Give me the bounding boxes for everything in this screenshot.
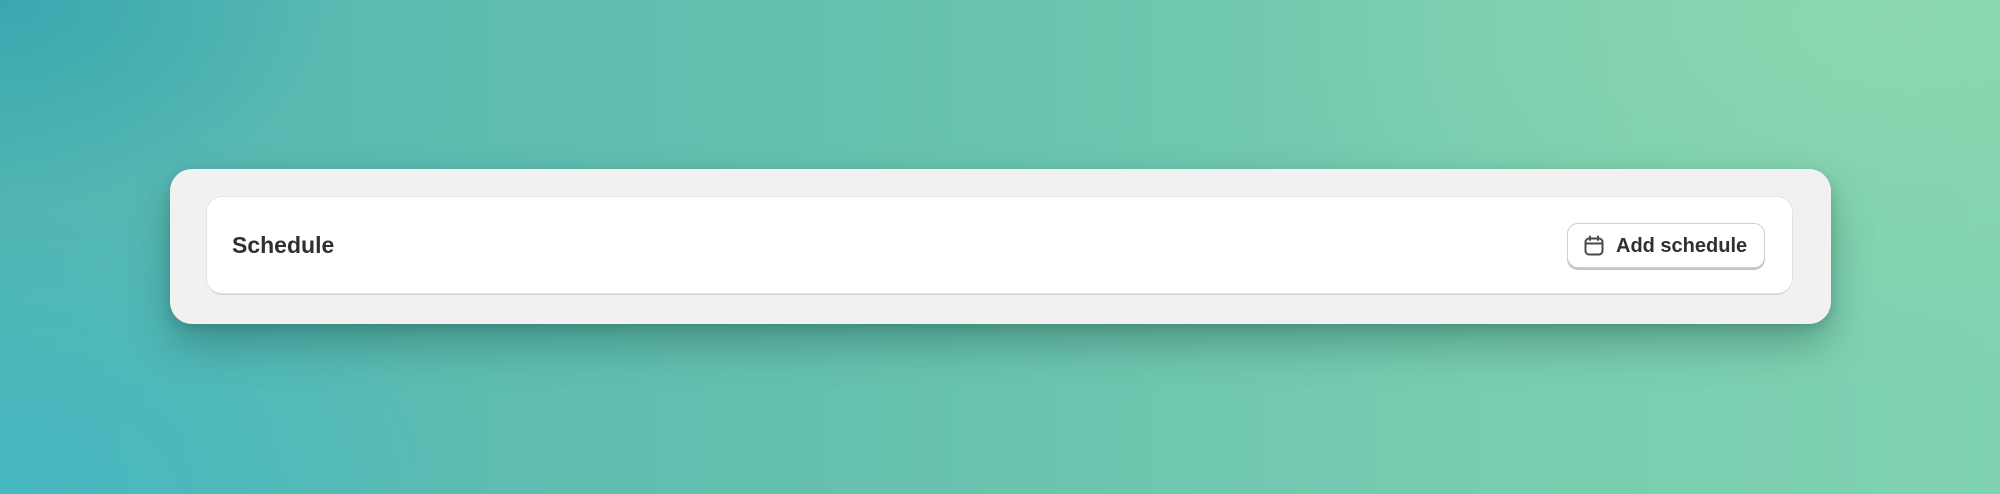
card-title: Schedule [232, 232, 335, 258]
add-schedule-button[interactable]: Add schedule [1567, 223, 1765, 268]
schedule-card: Schedule Add schedule [207, 197, 1792, 293]
add-schedule-label: Add schedule [1616, 234, 1748, 257]
calendar-icon [1582, 234, 1606, 258]
schedule-panel: Schedule Add schedule [170, 169, 1831, 324]
